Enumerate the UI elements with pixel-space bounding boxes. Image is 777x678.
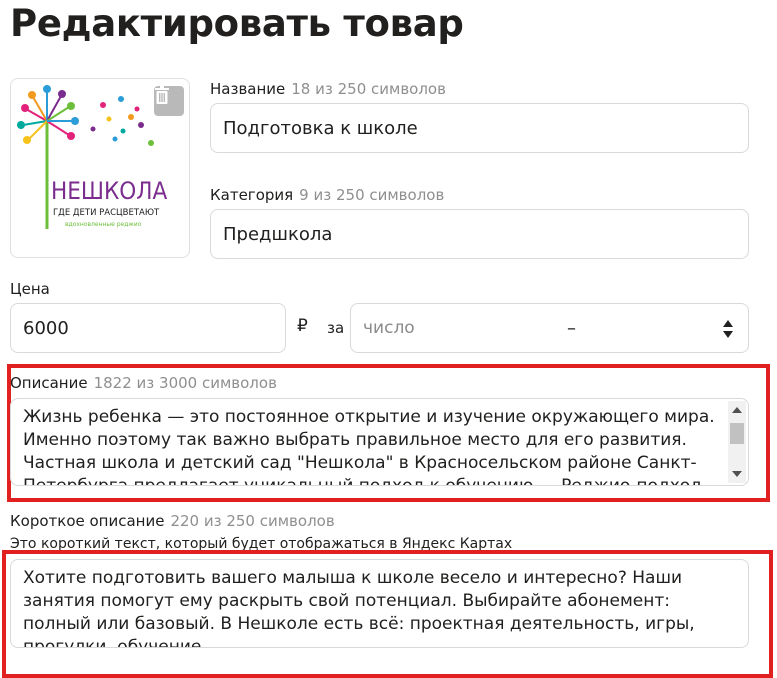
name-input[interactable]: Подготовка к школе: [210, 103, 749, 153]
category-label-text: Категория: [210, 186, 294, 204]
logo-subtagline: вдохновленные реджио: [65, 221, 142, 228]
logo-tagline: ГДЕ ДЕТИ РАСЦВЕТАЮТ: [53, 208, 160, 218]
delete-photo-button[interactable]: [154, 86, 184, 116]
description-scrollbar[interactable]: [728, 401, 746, 483]
scroll-thumb[interactable]: [730, 422, 744, 444]
price-label: Цена: [10, 280, 50, 298]
product-photo[interactable]: НЕШКОЛА ГДЕ ДЕТИ РАСЦВЕТАЮТ вдохновленны…: [10, 78, 190, 258]
name-label: Название 18 из 250 символов: [210, 80, 446, 98]
description-label-text: Описание: [10, 374, 88, 392]
trash-icon: [155, 86, 169, 104]
per-label: за: [327, 319, 345, 337]
select-arrows-icon: [723, 320, 733, 338]
scroll-up-arrow-icon[interactable]: [732, 407, 742, 413]
short-description-label: Короткое описание 220 из 250 символов: [10, 512, 335, 530]
unit-quantity-input[interactable]: число: [350, 303, 550, 353]
name-label-text: Название: [210, 80, 286, 98]
short-description-char-count: 220 из 250 символов: [170, 512, 335, 530]
category-char-count: 9 из 250 символов: [299, 186, 445, 204]
name-char-count: 18 из 250 символов: [291, 80, 446, 98]
price-input[interactable]: 6000: [10, 303, 286, 353]
description-char-count: 1822 из 3000 символов: [93, 374, 277, 392]
scroll-down-arrow-icon[interactable]: [732, 471, 742, 477]
short-description-label-text: Короткое описание: [10, 512, 165, 530]
logo-title: НЕШКОЛА: [51, 177, 168, 205]
description-label: Описание 1822 из 3000 символов: [10, 374, 277, 392]
currency-sign: ₽: [297, 316, 308, 336]
page-title: Редактировать товар: [10, 2, 464, 45]
unit-select-value: –: [567, 317, 576, 339]
category-label: Категория 9 из 250 символов: [210, 186, 444, 204]
description-textarea[interactable]: Жизнь ребенка — это постоянное открытие …: [10, 398, 749, 486]
category-input[interactable]: Предшкола: [210, 209, 749, 259]
short-description-text: Хотите подготовить вашего малыша к школе…: [23, 568, 695, 648]
unit-select[interactable]: –: [549, 303, 749, 353]
short-description-textarea[interactable]: Хотите подготовить вашего малыша к школе…: [10, 559, 749, 648]
description-text: Жизнь ребенка — это постоянное открытие …: [23, 407, 715, 486]
